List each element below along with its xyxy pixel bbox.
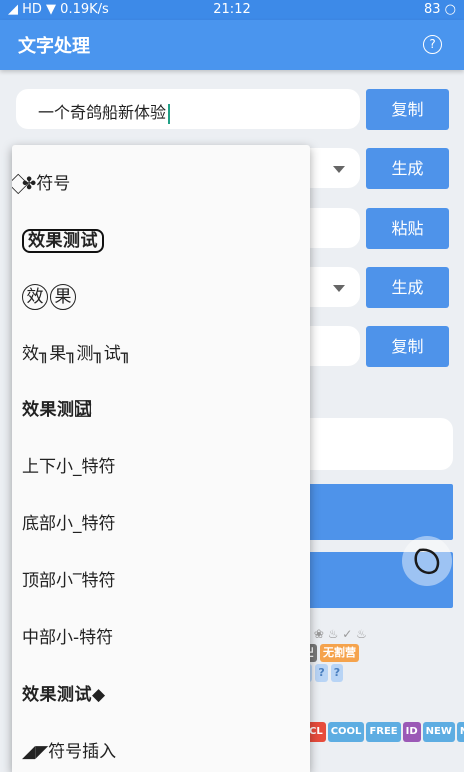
sticker-q2: ? [315, 664, 328, 682]
menu-item-middle[interactable]: 中部小-特符 [12, 610, 310, 666]
battery-indicator: 83 ○ [423, 2, 456, 17]
paste-button[interactable]: 粘贴 [366, 208, 449, 249]
app-bar: 文字处理 ? [0, 20, 464, 70]
action-button-1[interactable] [290, 484, 453, 540]
sticker-q3: ? [330, 664, 344, 682]
chevron-down-icon[interactable] [333, 285, 345, 292]
tag-new: NEW [422, 722, 455, 742]
style-dropdown-menu: ⃟✤符号 效果测试 效果 效果 效╖果╖测╖试╖ 效果测试⃞ 上下小_特符 底部… [12, 145, 310, 772]
generate-button-2[interactable]: 生成 [366, 267, 449, 308]
text-cursor [168, 103, 171, 124]
tag-id: ID [402, 722, 421, 742]
menu-item-crossed[interactable]: 效果测试⃞ [12, 382, 310, 438]
copy-button[interactable]: 复制 [366, 89, 449, 130]
text-input-value[interactable]: 一个奇鸽船新体验 [38, 99, 171, 124]
clock: 21:12 [213, 2, 251, 17]
sticker-preview: ✿ ❀ ♨ ✓ ♨ 卍 无割营 ? ? ? [300, 624, 400, 704]
tag-free: FREE [366, 722, 401, 742]
menu-item-diamond[interactable]: 效果测试◆ [12, 667, 310, 723]
status-bar: ◢ HD ▼ 0.19K/s 21:12 83 ○ [0, 0, 464, 20]
menu-item-symbol[interactable]: ⃟✤符号 [12, 156, 310, 212]
menu-item-updown[interactable]: 上下小_特符 [12, 439, 310, 495]
sticker-text: 无割营 [320, 644, 359, 662]
menu-item-insert[interactable]: ◢◤符号插入 [12, 724, 310, 772]
tag-strip: CL COOL FREE ID NEW NG [306, 722, 464, 742]
menu-item-circled[interactable]: 效果 效果 [12, 269, 310, 325]
menu-item-bracket[interactable]: 效╖果╖测╖试╖ [12, 326, 310, 382]
menu-item-bottom[interactable]: 底部小_特符 [12, 496, 310, 552]
copy-button-2[interactable]: 复制 [366, 326, 449, 367]
help-icon[interactable]: ? [423, 35, 442, 54]
menu-item-top[interactable]: 顶部小‾特符 [12, 553, 310, 609]
menu-item-boxed[interactable]: 效果测试 [12, 213, 310, 269]
generate-button[interactable]: 生成 [366, 148, 449, 189]
floating-button[interactable] [402, 536, 452, 586]
bubble-icon [414, 548, 440, 574]
tag-cool: COOL [327, 722, 365, 742]
output-text-area[interactable] [290, 418, 453, 470]
text-input-field[interactable]: 一个奇鸽船新体验 [16, 89, 360, 129]
chevron-down-icon[interactable] [333, 166, 345, 173]
page-title: 文字处理 [18, 36, 90, 57]
tag-ng: NG [456, 722, 464, 742]
